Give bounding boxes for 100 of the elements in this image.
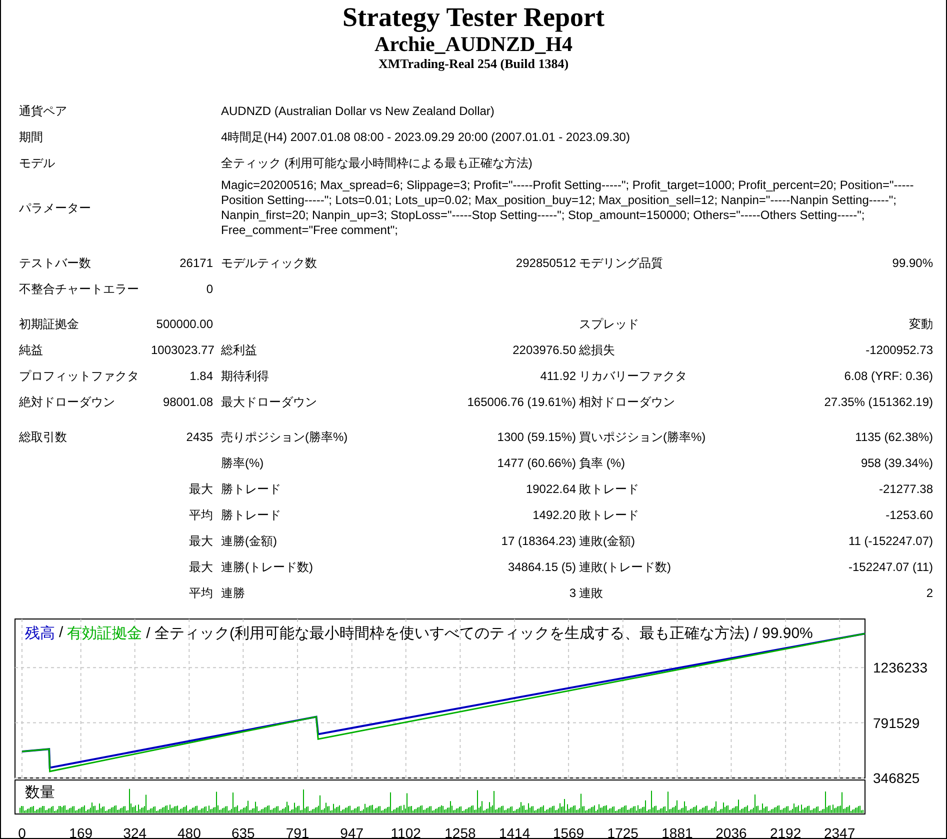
stat-value: 2203976.50 [512, 343, 576, 357]
y-axis-label: 1236233 [873, 660, 928, 676]
stat-label: 連勝(トレード数) [221, 560, 313, 574]
stat-value: 1.84 [190, 369, 213, 383]
x-axis-label: 947 [340, 825, 364, 838]
stat-value: 2435 [186, 430, 213, 444]
legend-note: / 全ティック(利用可能な最小時間枠を使いすべてのティックを生成する、最も正確な方法) / 99.90% [146, 624, 813, 643]
stat-value: 34864.15 (5) [508, 560, 576, 574]
stat-value: 98001.08 [162, 395, 213, 409]
info-value: Magic=20200516; Max_spread=6; Slippage=3; Profit="-----Profit Setting-----"; Profit_target=1000; Profit_percent=20; Position="-----Position Setting-----"; Lots=0.01; Lots_up=0.02; Max_position_buy=12; Max_position_sell=12; Nanpin="-----Nanpin Setting-----"; Nanpin_first=20; Nanpin_up=3; StopLoss="-----Stop Setting-----"; Stop_amount=150000; Others="-----Others Setting-----"; Free_comment="Free comment"; [221, 178, 915, 238]
y-axis-label: 346825 [873, 770, 920, 786]
x-axis-label: 1414 [498, 825, 530, 838]
stat-label: 最大ドローダウン [221, 394, 317, 408]
stat-value: 500000.00 [156, 317, 213, 331]
y-axis-label: 791529 [873, 714, 920, 731]
stat-label: 売りポジション(勝率%) [221, 430, 348, 444]
legend-separator: / [59, 624, 64, 643]
stat-label: 絶対ドローダウン [19, 394, 115, 408]
report-title: Strategy Tester Report [342, 2, 606, 32]
stat-label: 負率 (%) [579, 456, 625, 470]
info-value: AUDNZD (Australian Dollar vs New Zealand Dollar) [221, 104, 496, 118]
info-label: 通貨ペア [19, 102, 68, 120]
server-name: XMTrading-Real 254 (Build 1384) [377, 56, 570, 72]
stat-label: 勝率(%) [221, 456, 264, 470]
stat-label: 総取引数 [19, 430, 67, 444]
stat-value: 6.08 (YRF: 0.36) [844, 369, 933, 383]
stat-value: 1003023.77 [151, 343, 214, 357]
stat-value: 最大 [189, 534, 213, 548]
x-axis-label: 791 [286, 825, 310, 838]
stat-value: 0 [206, 282, 213, 296]
stat-label: 敗トレード [579, 482, 639, 496]
stat-value: 292850512 [516, 256, 576, 270]
volume-label: 数量 [25, 784, 55, 801]
stat-value: 19022.64 [526, 482, 576, 496]
x-axis-label: 1569 [552, 825, 584, 838]
stat-value: 1135 (62.38%) [855, 430, 933, 444]
info-label: パラメーター [19, 200, 92, 216]
stat-value: 最大 [189, 482, 213, 496]
stat-label: 連勝 [221, 586, 245, 600]
info-value: 全ティック (利用可能な最小時間枠による最も正確な方法) [221, 154, 534, 172]
stat-label: 相対ドローダウン [579, 394, 675, 408]
stat-label: 不整合チャートエラー [19, 282, 139, 296]
stat-label: 連勝(金額) [221, 534, 277, 548]
stat-value: 165006.76 (19.61%) [467, 395, 576, 409]
stat-value: 変動 [909, 316, 933, 330]
stat-label: モデルティック数 [221, 256, 317, 270]
stat-label: 連敗 [579, 586, 603, 600]
stat-label: 勝トレード [221, 482, 281, 496]
stat-label: リカバリーファクタ [579, 368, 687, 382]
stat-value: 最大 [189, 560, 213, 574]
stat-value: 平均 [189, 586, 213, 600]
x-axis-label: 324 [123, 825, 147, 838]
stat-value: 27.35% (151362.19) [824, 395, 933, 409]
x-axis-label: 1881 [662, 825, 693, 838]
stat-value: 1300 (59.15%) [497, 430, 576, 444]
x-axis-label: 2036 [716, 825, 747, 838]
x-axis-label: 2347 [824, 825, 856, 838]
stat-value: -21277.38 [878, 482, 933, 496]
stat-label: 総利益 [221, 342, 257, 356]
report-subtitle: Archie_AUDNZD_H4 [374, 32, 574, 56]
stat-value: -1253.60 [886, 508, 933, 522]
stat-value: 3 [569, 586, 576, 600]
stat-label: 勝トレード [221, 508, 281, 522]
x-axis-label: 480 [178, 825, 201, 838]
legend-series-name: 有効証拠金 [67, 624, 142, 643]
stat-value: 17 (18364.23) [501, 534, 576, 548]
info-label: 期間 [19, 128, 44, 146]
stat-value: -152247.07 (11) [848, 560, 933, 574]
stat-value: 平均 [189, 508, 213, 522]
stat-label: スプレッド [579, 316, 639, 330]
stat-label: 総損失 [579, 342, 615, 356]
x-axis-label: 1258 [444, 825, 476, 838]
stat-label: 期待利得 [221, 368, 269, 382]
stat-label: 純益 [19, 342, 43, 356]
x-axis-label: 169 [69, 825, 93, 838]
stat-label: 初期証拠金 [19, 316, 79, 330]
x-axis-label: 635 [232, 825, 255, 838]
stat-label: モデリング品質 [579, 256, 663, 270]
stat-value: -1200952.73 [866, 343, 933, 357]
legend-series-name: 残高 [25, 624, 55, 643]
stat-label: 敗トレード [579, 508, 639, 522]
stat-value: 1492.20 [532, 508, 576, 522]
stat-label: 連敗(金額) [579, 534, 635, 548]
stat-value: 1477 (60.66%) [497, 456, 576, 470]
stat-value: 2 [926, 586, 933, 600]
stat-label: 連敗(トレード数) [579, 560, 671, 574]
x-axis-label: 1102 [390, 825, 421, 838]
stat-value: 26171 [180, 256, 213, 270]
x-axis-label: 2192 [770, 825, 802, 838]
info-value: 4時間足(H4) 2007.01.08 08:00 - 2023.09.29 20:00 (2007.01.01 - 2023.09.30) [221, 128, 631, 146]
stat-label: テストバー数 [19, 256, 91, 270]
x-axis-label: 0 [18, 825, 26, 838]
stat-value: 11 (-152247.07) [848, 534, 933, 548]
stat-value: 411.92 [540, 369, 576, 383]
stat-value: 99.90% [892, 256, 933, 270]
stat-label: プロフィットファクタ [19, 368, 139, 382]
stat-value: 958 (39.34%) [860, 456, 933, 470]
info-label: モデル [19, 154, 56, 172]
stat-label: 買いポジション(勝率%) [579, 430, 706, 444]
x-axis-label: 1725 [607, 825, 638, 838]
